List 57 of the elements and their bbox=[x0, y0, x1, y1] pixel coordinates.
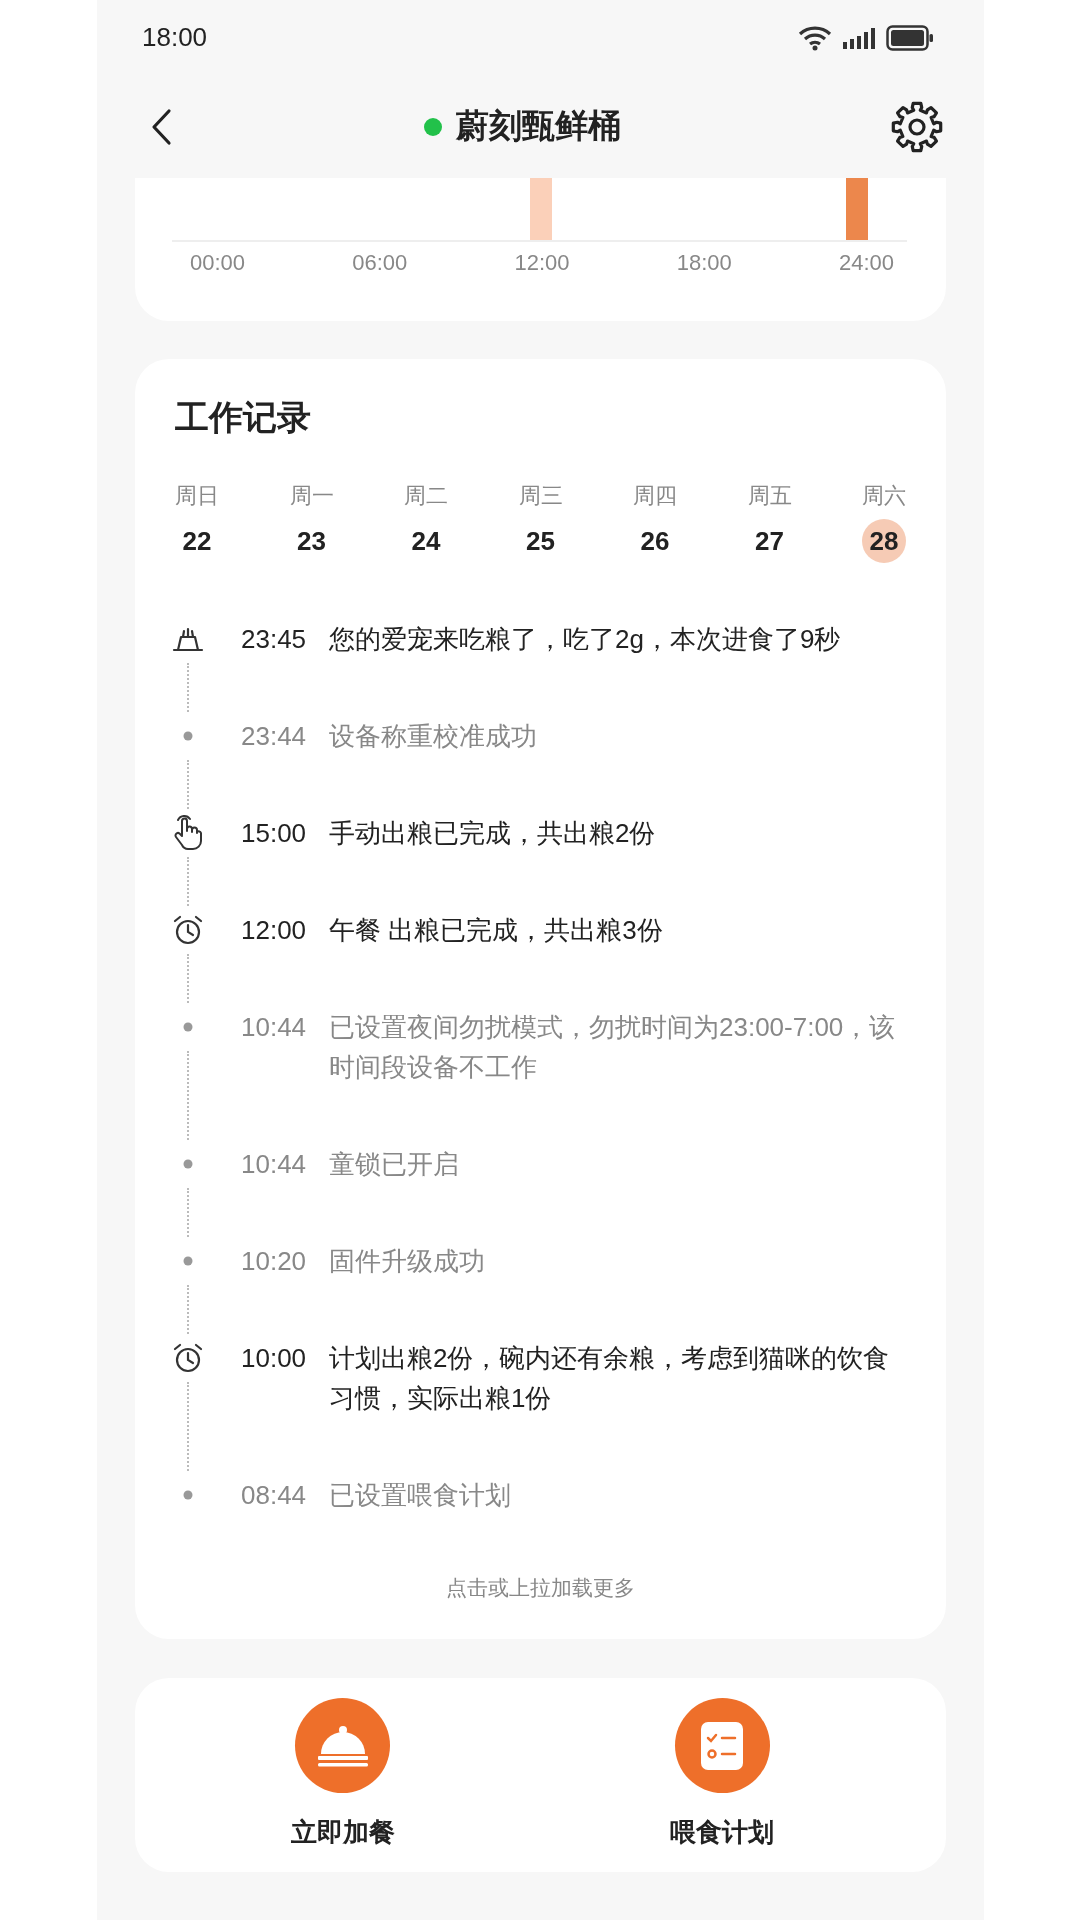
log-time: 10:00 bbox=[241, 1342, 308, 1375]
timeline-dot-icon bbox=[183, 1022, 193, 1032]
settings-button[interactable] bbox=[890, 99, 944, 154]
bowl-icon bbox=[171, 625, 205, 653]
log-time: 15:00 bbox=[241, 817, 308, 850]
date-item[interactable]: 22 bbox=[175, 519, 219, 563]
log-time: 23:45 bbox=[241, 623, 308, 656]
date-item[interactable]: 27 bbox=[747, 519, 792, 563]
checklist-icon bbox=[701, 1721, 744, 1770]
device-title: 蔚刻甄鲜桶 bbox=[456, 106, 621, 146]
date-item[interactable]: 23 bbox=[289, 519, 334, 563]
date-item[interactable]: 26 bbox=[633, 519, 677, 563]
log-time: 08:44 bbox=[241, 1479, 308, 1512]
log-message: 童锁已开启 bbox=[329, 1148, 460, 1181]
log-time: 23:44 bbox=[241, 720, 308, 753]
timeline-dot-icon bbox=[183, 1490, 193, 1500]
action-label: 喂食计划 bbox=[670, 1816, 775, 1849]
weekday-label: 周五 bbox=[747, 482, 792, 510]
weekday-label: 周二 bbox=[404, 482, 448, 510]
log-message: 已设置喂食计划 bbox=[329, 1479, 512, 1512]
timeline-dot-icon bbox=[183, 1159, 193, 1169]
log-message: 已设置夜间勿扰模式，勿扰时间为23:00-7:00，该时间段设备不工作 bbox=[329, 1011, 897, 1084]
weekday-label: 周一 bbox=[289, 482, 334, 510]
timeline-dot-icon bbox=[183, 1256, 193, 1266]
signal-icon bbox=[842, 26, 876, 49]
axis-label: 18:00 bbox=[676, 249, 732, 277]
weekday-label: 周四 bbox=[633, 482, 677, 510]
axis-label: 00:00 bbox=[190, 249, 246, 277]
log-message: 手动出粮已完成，共出粮2份 bbox=[329, 817, 657, 850]
wifi-icon bbox=[798, 24, 832, 51]
log-message: 您的爱宠来吃粮了，吃了2g，本次进食了9秒 bbox=[329, 623, 842, 656]
log-time: 12:00 bbox=[241, 914, 308, 947]
date-item[interactable]: 28 bbox=[862, 519, 906, 563]
log-message: 计划出粮2份，碗内还有余粮，考虑到猫咪的饮食习惯，实际出粮1份 bbox=[329, 1342, 891, 1415]
load-more-link[interactable]: 点击或上拉加载更多 bbox=[175, 1573, 906, 1603]
alarm-clock-icon bbox=[172, 914, 204, 946]
axis-label: 12:00 bbox=[514, 249, 570, 277]
section-title: 工作记录 bbox=[175, 397, 312, 438]
action-label: 立即加餐 bbox=[290, 1816, 395, 1849]
date-item[interactable]: 25 bbox=[518, 519, 563, 563]
axis-label: 06:00 bbox=[352, 249, 408, 277]
weekday-label: 周三 bbox=[518, 482, 563, 510]
log-message: 设备称重校准成功 bbox=[329, 720, 538, 753]
log-time: 10:20 bbox=[241, 1245, 308, 1278]
timeline-dot-icon bbox=[183, 731, 193, 741]
axis-label: 24:00 bbox=[838, 249, 894, 277]
weekday-label: 周六 bbox=[862, 482, 906, 510]
log-message: 午餐 出粮已完成，共出粮3份 bbox=[329, 914, 664, 947]
battery-icon bbox=[886, 24, 934, 51]
hand-pointer-icon bbox=[173, 815, 203, 851]
log-message: 固件升级成功 bbox=[329, 1245, 486, 1278]
log-time: 10:44 bbox=[241, 1148, 308, 1181]
status-time: 18:00 bbox=[142, 22, 208, 53]
alarm-clock-icon bbox=[172, 1342, 204, 1374]
date-item[interactable]: 24 bbox=[404, 519, 448, 563]
weekday-label: 周日 bbox=[175, 482, 219, 510]
log-time: 10:44 bbox=[241, 1011, 308, 1044]
